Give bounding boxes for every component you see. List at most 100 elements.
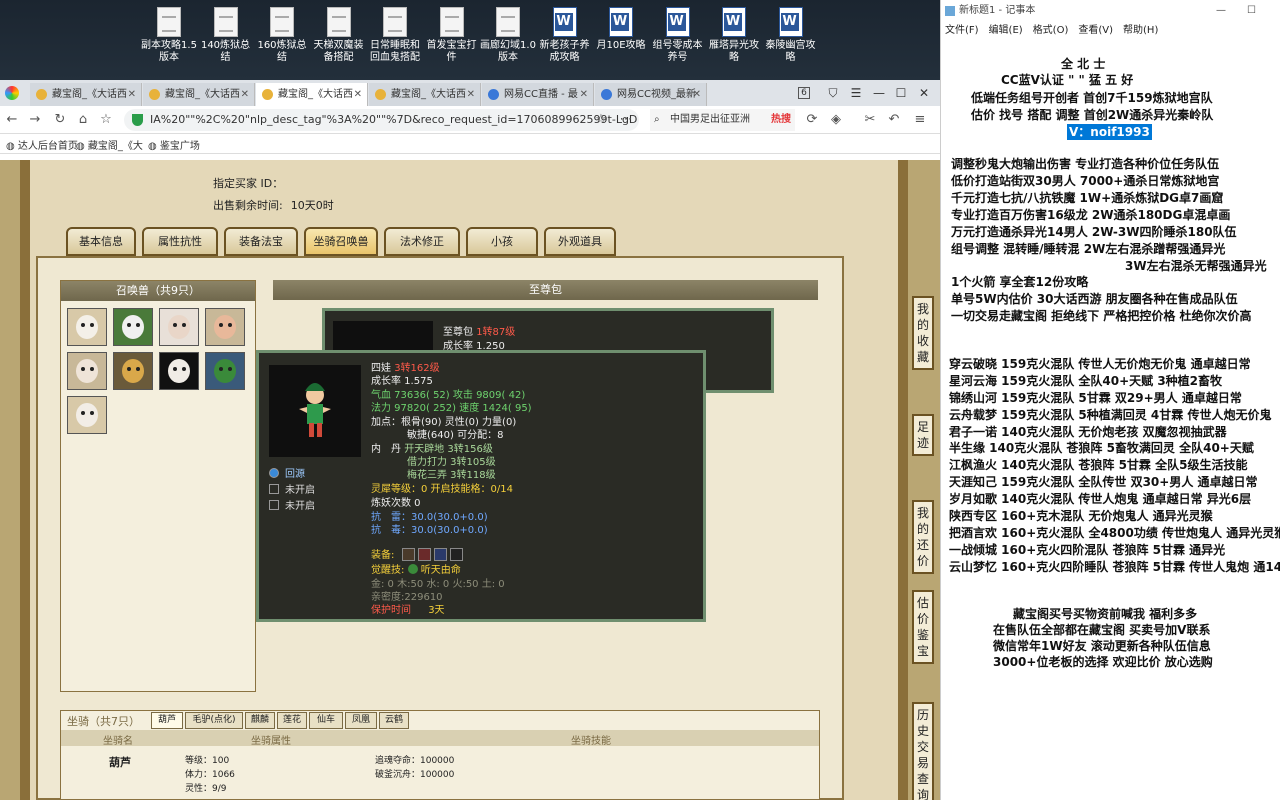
pet-slot[interactable]	[113, 308, 153, 346]
minimize-button[interactable]: —	[1216, 0, 1226, 22]
game-tab[interactable]: 小孩	[466, 227, 538, 256]
pet-slot[interactable]	[159, 352, 199, 390]
mount-tab[interactable]: 麒麟	[245, 712, 275, 729]
cut-icon[interactable]: ✂	[860, 111, 880, 129]
address-bar[interactable]: IA%20""%2C%20"nlp_desc_tag"%3A%20""%7D&r…	[124, 109, 639, 131]
game-tab[interactable]: 装备法宝	[224, 227, 298, 256]
notepad-line: 3W左右混杀无帮强通异光	[1125, 259, 1267, 273]
desktop-file-icon[interactable]: 160炼狱总结	[253, 4, 311, 76]
mount-tab[interactable]: 莲花	[277, 712, 307, 729]
browser-tab[interactable]: 网易CC视频_最新 ✕	[595, 83, 707, 106]
equip-slot-icon[interactable]	[417, 548, 431, 561]
pet-slot[interactable]	[205, 352, 245, 390]
desktop-file-icon[interactable]: 日常睡眠和回血鬼搭配	[366, 4, 424, 76]
shirt-icon[interactable]: ⛉	[822, 84, 844, 102]
desktop-file-icon[interactable]: 首发宝宝打件	[423, 4, 481, 76]
maximize-button[interactable]: ☐	[890, 84, 912, 102]
forward-icon[interactable]: →	[25, 111, 45, 129]
notepad-line: 低端任务组号开创者 首创7千159炼狱地宫队	[971, 91, 1213, 105]
desktop-file-icon[interactable]: 秦陵幽宫攻略	[762, 4, 820, 76]
pet-slot[interactable]	[67, 352, 107, 390]
browser-tab[interactable]: 藏宝阁_《大话西 ✕	[30, 83, 142, 106]
notepad-menu-item[interactable]: 文件(F)	[945, 25, 979, 36]
pet-slot[interactable]	[159, 308, 199, 346]
mount-tab[interactable]: 仙车	[309, 712, 343, 729]
bookmark-item[interactable]: ◍ 藏宝阁_《大	[76, 137, 143, 152]
notepad-text-area[interactable]: 全 北 士 CC蓝V认证 " " 猛 五 好 低端任务组号开创者 首创7千159炼…	[941, 40, 1280, 800]
bookmark-item[interactable]: ◍ 达人后台首页	[6, 137, 78, 152]
desktop-file-icon[interactable]: 副本攻略1.5版本	[140, 4, 198, 76]
equip-slot-icon[interactable]	[433, 548, 447, 561]
browser-tab[interactable]: 网易CC直播 - 最 ✕	[482, 83, 594, 106]
close-window-button[interactable]: ✕	[913, 84, 935, 102]
bookmark-item[interactable]: ◍ 鉴宝广场	[148, 137, 200, 152]
bookmark-star-icon[interactable]: ☆	[591, 111, 611, 129]
star-list-icon[interactable]: ☆	[96, 111, 116, 129]
pet-skill-slot[interactable]: 未开启	[269, 481, 315, 496]
search-box[interactable]: ⌕ 中国男足出征亚洲 热搜	[650, 109, 795, 131]
side-float-button[interactable]: 我的收藏	[912, 296, 934, 370]
desktop-file-label: 首发宝宝打件	[426, 40, 477, 63]
desktop: 副本攻略1.5版本 140炼狱总结 160炼狱总结 天梯双魔装备搭配 日常睡眠和回血鬼搭…	[0, 0, 940, 80]
mount-tab[interactable]: 葫芦	[151, 712, 183, 729]
side-float-button[interactable]: 估价鉴宝	[912, 590, 934, 664]
side-float-button[interactable]: 足迹	[912, 414, 934, 456]
tab-bar: 藏宝阁_《大话西 ✕ 藏宝阁_《大话西 ✕ 藏宝阁_《大话西 ✕ 藏宝阁_《大话西 ✕ 网易CC…	[0, 80, 940, 106]
side-float-button[interactable]: 历史交易查询	[912, 702, 934, 800]
pet-skill-slot[interactable]: 未开启	[269, 497, 315, 512]
mount-tab[interactable]: 毛驴(点化)	[185, 712, 243, 729]
desktop-file-icon[interactable]: 雁塔异光攻略	[705, 4, 763, 76]
more-icon[interactable]: ⋯	[616, 111, 636, 129]
close-tab-icon[interactable]: ✕	[128, 83, 136, 106]
close-tab-icon[interactable]: ✕	[693, 83, 701, 106]
browser-tab[interactable]: 藏宝阁_《大话西 ✕	[369, 83, 481, 106]
refresh-icon[interactable]: ↻	[50, 111, 70, 129]
close-tab-icon[interactable]: ✕	[580, 83, 588, 106]
pet-slot[interactable]	[205, 308, 245, 346]
close-tab-icon[interactable]: ✕	[354, 83, 362, 106]
notepad-line: 穿云破晓 159克火混队 传世人无价炮无价鬼 通卓越日常	[949, 357, 1251, 371]
game-tab[interactable]: 外观道具	[544, 227, 616, 256]
side-float-button[interactable]: 我的还价	[912, 500, 934, 574]
maximize-button[interactable]: ☐	[1247, 0, 1256, 22]
browser-tab[interactable]: 藏宝阁_《大话西 ✕	[256, 83, 368, 106]
game-tab[interactable]: 属性抗性	[142, 227, 218, 256]
game-tab[interactable]: 法术修正	[384, 227, 460, 256]
back-icon[interactable]: ←	[2, 111, 22, 129]
equip-slot-icon[interactable]	[401, 548, 415, 561]
browser-logo-icon[interactable]	[5, 86, 19, 100]
notepad-menu-item[interactable]: 格式(O)	[1033, 25, 1069, 36]
mount-tab[interactable]: 云鹤	[379, 712, 409, 729]
notepad-menu-item[interactable]: 编辑(E)	[989, 25, 1023, 36]
text-file-icon	[383, 7, 407, 37]
mount-tab[interactable]: 凤凰	[345, 712, 377, 729]
close-tab-icon[interactable]: ✕	[241, 83, 249, 106]
desktop-file-icon[interactable]: 140炼狱总结	[197, 4, 255, 76]
desktop-file-icon[interactable]: 画廊幻域1.0版本	[479, 4, 537, 76]
pet-skill-slot[interactable]: 回源	[269, 465, 305, 480]
equip-slot-icon[interactable]	[450, 548, 464, 561]
extension-icon[interactable]: ◈	[826, 111, 846, 129]
menu-icon[interactable]: ☰	[845, 84, 867, 102]
undo-icon[interactable]: ↶	[884, 111, 904, 129]
minimize-button[interactable]: —	[868, 84, 890, 102]
game-tab[interactable]: 坐骑召唤兽	[304, 227, 378, 256]
pet-slot[interactable]	[67, 396, 107, 434]
game-tab[interactable]: 基本信息	[66, 227, 136, 256]
desktop-file-icon[interactable]: 月10E攻略	[592, 4, 650, 76]
home-icon[interactable]: ⌂	[73, 111, 93, 129]
pet-slot[interactable]	[113, 352, 153, 390]
desktop-file-icon[interactable]: 组号零成本养号	[649, 4, 707, 76]
close-tab-icon[interactable]: ✕	[467, 83, 475, 106]
tab-count-badge[interactable]: 6	[793, 84, 815, 102]
sync-icon[interactable]: ⟳	[802, 111, 822, 129]
desktop-file-icon[interactable]: 新老孩子养成攻略	[536, 4, 594, 76]
pet-slot[interactable]	[67, 308, 107, 346]
notepad-menu-item[interactable]: 帮助(H)	[1123, 25, 1158, 36]
awaken-icon	[407, 564, 418, 574]
notepad-menu-item[interactable]: 查看(V)	[1078, 25, 1113, 36]
desktop-file-icon[interactable]: 天梯双魔装备搭配	[310, 4, 368, 76]
menu-lines-icon[interactable]: ≡	[910, 111, 930, 129]
browser-tab[interactable]: 藏宝阁_《大话西 ✕	[143, 83, 255, 106]
pet-portrait-icon	[122, 315, 144, 339]
